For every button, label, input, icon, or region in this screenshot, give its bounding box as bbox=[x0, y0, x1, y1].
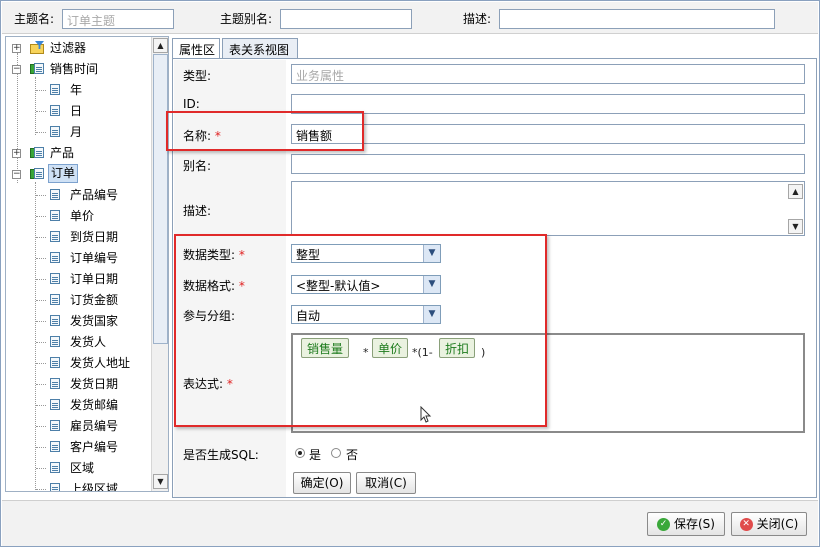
dimension-icon bbox=[30, 146, 44, 159]
collapse-minus-icon[interactable]: − bbox=[12, 65, 21, 74]
sql-no-radio[interactable] bbox=[331, 448, 341, 458]
expand-plus-icon[interactable]: + bbox=[12, 44, 21, 53]
datatype-label: 数据类型: * bbox=[183, 248, 245, 262]
expr-field-chip-discount[interactable]: 折扣 bbox=[439, 338, 476, 358]
save-button[interactable]: ✓ 保存(S) bbox=[647, 512, 725, 536]
expr-field-chip-sales-qty[interactable]: 销售量 bbox=[301, 338, 350, 358]
field-tree: + 过滤器 − 销售时间 年 日 月 + 产品 − 订单 产品编号 单价 到货日… bbox=[5, 36, 169, 492]
alias-input[interactable] bbox=[291, 154, 805, 174]
sql-label: 是否生成SQL: bbox=[183, 448, 259, 462]
field-icon bbox=[48, 209, 62, 222]
field-icon bbox=[48, 188, 62, 201]
confirm-button[interactable]: 确定(O) bbox=[293, 472, 351, 494]
field-icon bbox=[48, 356, 62, 369]
name-input[interactable]: 销售额 bbox=[291, 124, 805, 144]
expression-label: 表达式: * bbox=[183, 377, 233, 391]
id-input[interactable] bbox=[291, 94, 805, 114]
desc-label: 描述: bbox=[183, 204, 212, 218]
mouse-cursor-icon bbox=[420, 405, 432, 424]
tab-table-relation-view[interactable]: 表关系视图 bbox=[222, 38, 298, 58]
name-label: 名称: * bbox=[183, 129, 221, 143]
chevron-down-icon[interactable]: ▼ bbox=[423, 245, 440, 262]
collapse-minus-icon[interactable]: − bbox=[12, 170, 21, 179]
close-button[interactable]: ✕ 关闭(C) bbox=[731, 512, 807, 536]
subject-desc-label: 描述: bbox=[463, 12, 492, 26]
expr-field-chip-unit-price[interactable]: 单价 bbox=[372, 338, 409, 358]
subject-name-input[interactable]: 订单主题 bbox=[62, 9, 174, 29]
field-icon bbox=[48, 419, 62, 432]
scroll-down-arrow-icon[interactable]: ▼ bbox=[153, 474, 168, 489]
subject-alias-label: 主题别名: bbox=[220, 12, 273, 26]
chevron-down-icon[interactable]: ▼ bbox=[423, 306, 440, 323]
desc-scroll-up-icon[interactable]: ▲ bbox=[788, 184, 803, 199]
field-icon bbox=[48, 251, 62, 264]
field-icon bbox=[48, 482, 62, 491]
group-label: 参与分组: bbox=[183, 309, 236, 323]
type-label: 类型: bbox=[183, 69, 212, 83]
field-icon bbox=[48, 83, 62, 96]
expr-operator: * bbox=[363, 346, 369, 359]
cancel-button[interactable]: 取消(C) bbox=[356, 472, 416, 494]
datatype-select[interactable]: 整型 ▼ bbox=[291, 244, 441, 263]
group-select[interactable]: 自动 ▼ bbox=[291, 305, 441, 324]
desc-textarea[interactable] bbox=[291, 181, 805, 236]
expr-operator: ) bbox=[481, 346, 486, 359]
subject-dialog: 主题名: 订单主题 主题别名: 描述: + 过滤器 − 销售时间 年 日 月 +… bbox=[0, 0, 820, 547]
expand-plus-icon[interactable]: + bbox=[12, 149, 21, 158]
scroll-up-arrow-icon[interactable]: ▲ bbox=[153, 38, 168, 53]
field-icon bbox=[48, 440, 62, 453]
subject-header-bar: 主题名: 订单主题 主题别名: 描述: bbox=[2, 2, 818, 34]
tree-scrollbar[interactable]: ▲ ▼ bbox=[151, 37, 168, 491]
subject-desc-input[interactable] bbox=[499, 9, 775, 29]
close-x-icon: ✕ bbox=[739, 518, 753, 531]
properties-panel: 类型: 业务属性 ID: 名称: * 销售额 别名: 描述: ▲ ▼ 数据类型:… bbox=[172, 58, 817, 498]
sql-yes-radio[interactable] bbox=[295, 448, 305, 458]
id-label: ID: bbox=[183, 97, 200, 111]
field-icon bbox=[48, 230, 62, 243]
type-input[interactable]: 业务属性 bbox=[291, 64, 805, 84]
field-icon bbox=[48, 398, 62, 411]
save-check-icon: ✓ bbox=[657, 518, 670, 531]
field-icon bbox=[48, 104, 62, 117]
field-icon bbox=[48, 272, 62, 285]
alias-label: 别名: bbox=[183, 159, 212, 173]
dimension-icon bbox=[30, 62, 44, 75]
sql-no-label: 否 bbox=[346, 448, 359, 462]
expr-operator: *(1- bbox=[412, 346, 433, 359]
dimension-icon bbox=[30, 167, 44, 180]
filter-folder-icon bbox=[30, 41, 44, 54]
format-select[interactable]: <整型-默认值> ▼ bbox=[291, 275, 441, 294]
desc-scroll-down-icon[interactable]: ▼ bbox=[788, 219, 803, 234]
subject-name-label: 主题名: bbox=[14, 12, 55, 26]
subject-alias-input[interactable] bbox=[280, 9, 412, 29]
sql-yes-label: 是 bbox=[309, 448, 322, 462]
field-icon bbox=[48, 314, 62, 327]
field-icon bbox=[48, 461, 62, 474]
format-label: 数据格式: * bbox=[183, 279, 245, 293]
dialog-footer: ✓ 保存(S) ✕ 关闭(C) bbox=[2, 500, 818, 546]
field-icon bbox=[48, 335, 62, 348]
chevron-down-icon[interactable]: ▼ bbox=[423, 276, 440, 293]
tab-properties[interactable]: 属性区 bbox=[172, 38, 220, 59]
field-icon bbox=[48, 293, 62, 306]
scroll-thumb[interactable] bbox=[153, 54, 168, 344]
field-icon bbox=[48, 377, 62, 390]
field-icon bbox=[48, 125, 62, 138]
